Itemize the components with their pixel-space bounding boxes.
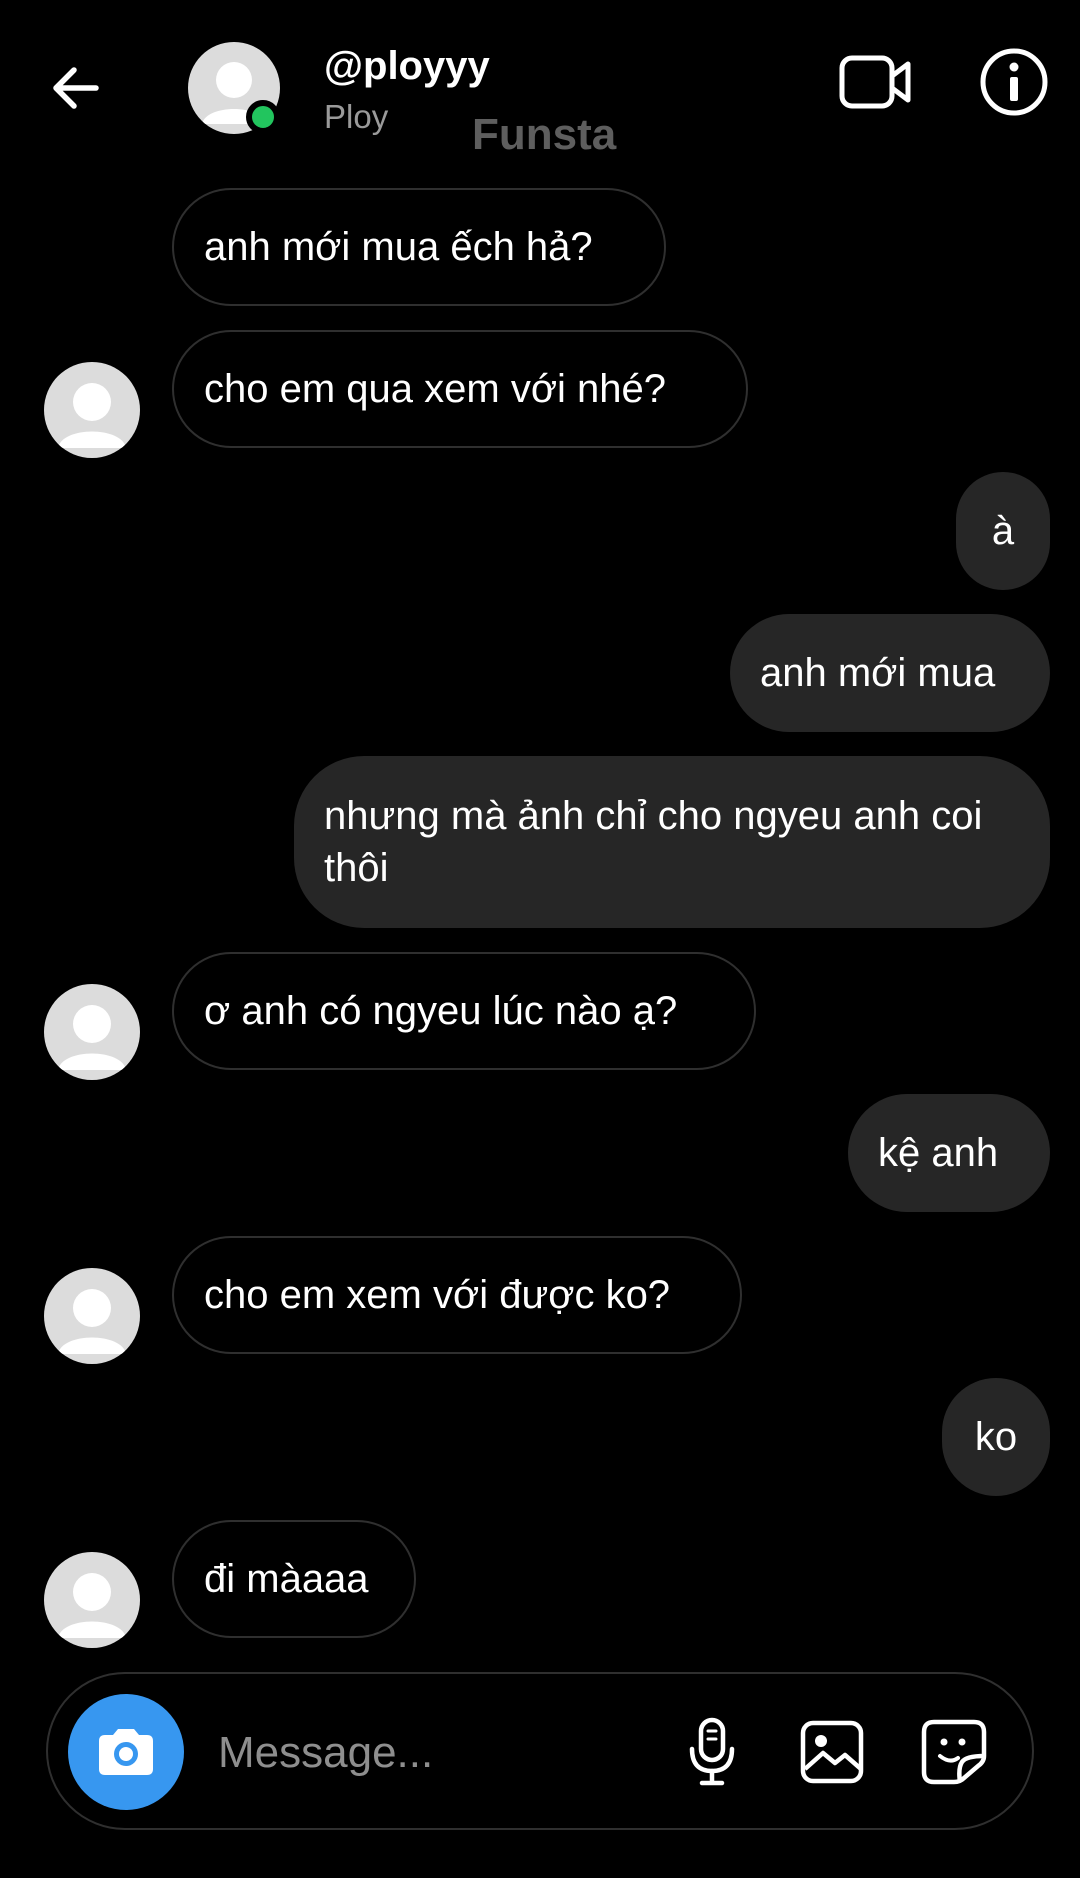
- message-text: đi màaaa: [204, 1557, 369, 1601]
- sender-avatar[interactable]: [44, 984, 140, 1080]
- back-button[interactable]: [40, 52, 112, 124]
- message-composer: [46, 1672, 1034, 1830]
- sender-avatar[interactable]: [44, 1552, 140, 1648]
- arrow-left-icon: [53, 67, 99, 109]
- message-text: à: [991, 509, 1015, 553]
- image-icon: [800, 1720, 864, 1784]
- incoming-message[interactable]: cho em xem với được ko?: [172, 1236, 742, 1354]
- message-text: anh mới mua ếch hả?: [204, 225, 593, 269]
- sender-avatar[interactable]: [44, 1268, 140, 1364]
- chat-header: @ployyy Ploy Funsta: [0, 0, 1080, 180]
- gallery-button[interactable]: [794, 1714, 870, 1790]
- contact-fullname: Ploy: [324, 98, 389, 135]
- message-text: cho em xem với được ko?: [204, 1273, 671, 1317]
- outgoing-message[interactable]: nhưng mà ảnh chỉ cho ngyeu anh coi thôi: [294, 756, 1050, 928]
- message-text: ơ anh có ngyeu lúc nào ạ?: [204, 989, 678, 1033]
- info-icon: [980, 48, 1048, 116]
- incoming-message[interactable]: đi màaaa: [172, 1520, 416, 1638]
- user-silhouette-icon: [58, 383, 126, 448]
- online-status-dot: [246, 100, 280, 134]
- message-text: nhưng mà ảnh chỉ cho ngyeu anh coi thôi: [324, 794, 983, 890]
- camera-icon: [99, 1729, 153, 1775]
- voice-message-button[interactable]: [674, 1714, 750, 1790]
- outgoing-message[interactable]: anh mới mua: [730, 614, 1050, 732]
- video-call-button[interactable]: [836, 48, 916, 116]
- incoming-message[interactable]: cho em qua xem với nhé?: [172, 330, 748, 448]
- conversation-info-button[interactable]: [976, 44, 1052, 120]
- message-input[interactable]: [216, 1714, 690, 1792]
- user-silhouette-icon: [58, 1573, 126, 1638]
- watermark-label: Funsta: [472, 110, 617, 159]
- sender-avatar[interactable]: [44, 362, 140, 458]
- microphone-icon: [689, 1717, 735, 1786]
- incoming-message[interactable]: anh mới mua ếch hả?: [172, 188, 666, 306]
- message-text: anh mới mua: [760, 651, 996, 695]
- message-text: ko: [974, 1415, 1018, 1459]
- contact-username[interactable]: @ployyy: [324, 44, 490, 89]
- sticker-icon: [921, 1719, 987, 1785]
- message-text: cho em qua xem với nhé?: [204, 367, 667, 411]
- outgoing-message[interactable]: kệ anh: [848, 1094, 1050, 1212]
- contact-avatar[interactable]: [188, 42, 280, 134]
- user-silhouette-icon: [58, 1289, 126, 1354]
- outgoing-message[interactable]: à: [956, 472, 1050, 590]
- sticker-button[interactable]: [916, 1714, 992, 1790]
- outgoing-message[interactable]: ko: [942, 1378, 1050, 1496]
- message-text: kệ anh: [878, 1131, 999, 1175]
- incoming-message[interactable]: ơ anh có ngyeu lúc nào ạ?: [172, 952, 756, 1070]
- video-camera-icon: [839, 55, 911, 109]
- camera-button[interactable]: [68, 1694, 184, 1810]
- user-silhouette-icon: [58, 1005, 126, 1070]
